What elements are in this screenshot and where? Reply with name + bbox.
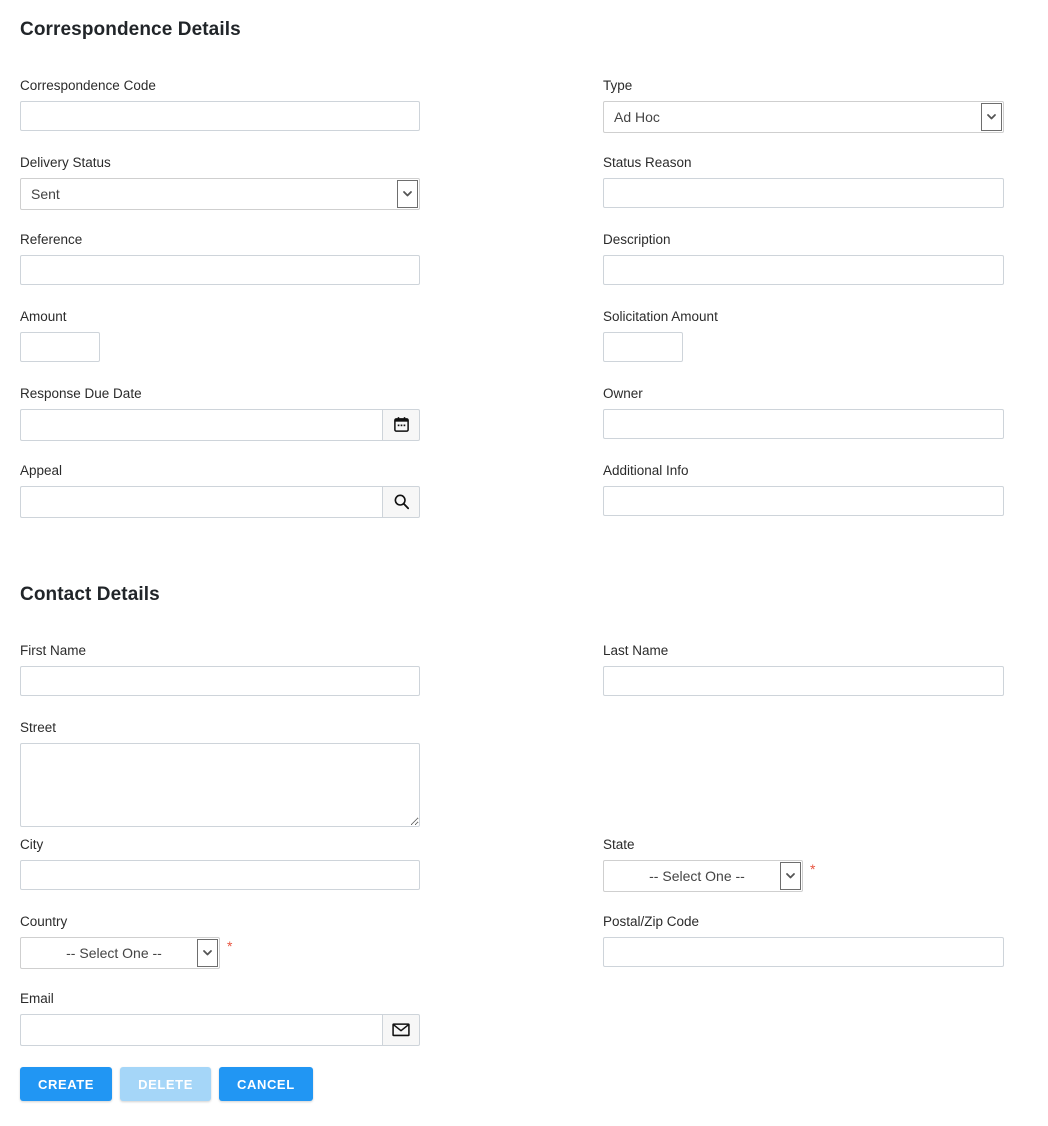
field-state: State -- Select One -- * <box>603 838 815 892</box>
label-appeal: Appeal <box>20 463 63 478</box>
type-select-value: Ad Hoc <box>614 108 660 125</box>
chevron-down-icon[interactable] <box>981 102 1002 131</box>
label-correspondence-code: Correspondence Code <box>20 78 156 93</box>
email-group <box>20 1013 420 1046</box>
street-textarea[interactable] <box>20 742 420 827</box>
owner-input[interactable] <box>603 408 1004 439</box>
search-icon-button[interactable] <box>382 485 420 518</box>
calendar-icon-button[interactable] <box>382 408 420 441</box>
field-status-reason: Status Reason <box>603 156 1004 208</box>
type-select[interactable]: Ad Hoc <box>603 100 1004 133</box>
field-city: City <box>20 838 420 890</box>
field-type: Type Ad Hoc <box>603 79 1004 133</box>
delivery-status-select[interactable]: Sent <box>20 177 420 210</box>
label-type: Type <box>603 78 633 93</box>
field-description: Description <box>603 233 1004 285</box>
label-email: Email <box>20 991 54 1006</box>
response-due-date-group <box>20 408 420 441</box>
field-email: Email <box>20 992 420 1046</box>
description-input[interactable] <box>603 254 1004 285</box>
label-postal-zip-code: Postal/Zip Code <box>603 914 700 929</box>
field-appeal: Appeal <box>20 464 420 518</box>
reference-input[interactable] <box>20 254 420 285</box>
field-postal-zip-code: Postal/Zip Code <box>603 915 1004 967</box>
country-select[interactable]: -- Select One -- * <box>20 936 233 969</box>
status-reason-input[interactable] <box>603 177 1004 208</box>
additional-info-input[interactable] <box>603 485 1004 516</box>
label-solicitation-amount: Solicitation Amount <box>603 309 718 324</box>
form-action-buttons: CREATE DELETE CANCEL <box>20 1067 313 1101</box>
field-solicitation-amount: Solicitation Amount <box>603 310 718 362</box>
state-required-asterisk: * <box>810 860 816 877</box>
field-last-name: Last Name <box>603 644 1004 696</box>
chevron-down-icon[interactable] <box>397 179 418 208</box>
state-select-box[interactable]: -- Select One -- <box>603 859 803 892</box>
solicitation-amount-input[interactable] <box>603 331 683 362</box>
field-country: Country -- Select One -- * <box>20 915 232 969</box>
field-amount: Amount <box>20 310 100 362</box>
amount-input[interactable] <box>20 331 100 362</box>
label-reference: Reference <box>20 232 83 247</box>
delete-button[interactable]: DELETE <box>120 1067 211 1101</box>
delivery-status-select-box[interactable]: Sent <box>20 177 420 210</box>
cancel-button[interactable]: CANCEL <box>218 1067 313 1101</box>
field-first-name: First Name <box>20 644 420 696</box>
postal-zip-code-input[interactable] <box>603 936 1004 967</box>
label-first-name: First Name <box>20 643 87 658</box>
label-country: Country <box>20 914 68 929</box>
field-correspondence-code: Correspondence Code <box>20 79 420 131</box>
correspondence-form-page: Correspondence Details Correspondence Co… <box>0 0 1048 1126</box>
label-delivery-status: Delivery Status <box>20 155 111 170</box>
label-last-name: Last Name <box>603 643 669 658</box>
delivery-status-select-value: Sent <box>31 185 60 202</box>
field-street: Street <box>20 721 420 827</box>
field-response-due-date: Response Due Date <box>20 387 420 441</box>
response-due-date-input[interactable] <box>20 408 382 441</box>
label-owner: Owner <box>603 386 643 401</box>
label-street: Street <box>20 720 57 735</box>
envelope-icon-button[interactable] <box>382 1013 420 1046</box>
field-owner: Owner <box>603 387 1004 439</box>
country-select-value: -- Select One -- <box>66 944 162 961</box>
label-state: State <box>603 837 635 852</box>
correspondence-details-heading: Correspondence Details <box>20 19 241 40</box>
email-input[interactable] <box>20 1013 382 1046</box>
country-select-box[interactable]: -- Select One -- <box>20 936 220 969</box>
label-status-reason: Status Reason <box>603 155 692 170</box>
calendar-icon <box>393 416 410 433</box>
appeal-group <box>20 485 420 518</box>
label-additional-info: Additional Info <box>603 463 689 478</box>
state-select[interactable]: -- Select One -- * <box>603 859 816 892</box>
create-button[interactable]: CREATE <box>20 1067 113 1101</box>
field-delivery-status: Delivery Status Sent <box>20 156 420 210</box>
label-city: City <box>20 837 44 852</box>
country-required-asterisk: * <box>227 937 233 954</box>
appeal-input[interactable] <box>20 485 382 518</box>
correspondence-code-input[interactable] <box>20 100 420 131</box>
type-select-box[interactable]: Ad Hoc <box>603 100 1004 133</box>
chevron-down-icon[interactable] <box>780 861 801 890</box>
label-amount: Amount <box>20 309 67 324</box>
search-icon <box>393 493 410 510</box>
last-name-input[interactable] <box>603 665 1004 696</box>
label-response-due-date: Response Due Date <box>20 386 142 401</box>
state-select-value: -- Select One -- <box>649 867 745 884</box>
city-input[interactable] <box>20 859 420 890</box>
first-name-input[interactable] <box>20 665 420 696</box>
envelope-icon <box>392 1022 410 1037</box>
chevron-down-icon[interactable] <box>197 938 218 967</box>
label-description: Description <box>603 232 671 247</box>
field-additional-info: Additional Info <box>603 464 1004 516</box>
contact-details-heading: Contact Details <box>20 584 160 605</box>
field-reference: Reference <box>20 233 420 285</box>
